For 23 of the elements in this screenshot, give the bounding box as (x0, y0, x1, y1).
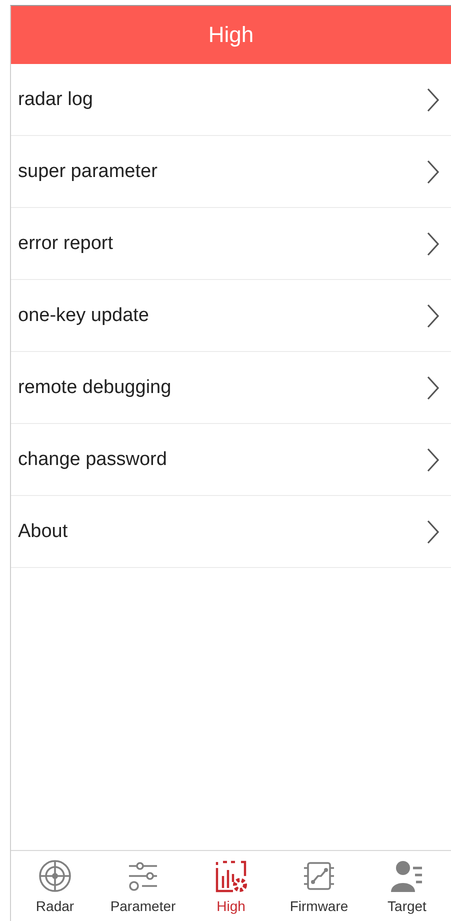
chevron-right-icon (427, 160, 439, 184)
user-list-icon (389, 858, 425, 894)
chevron-right-icon (427, 448, 439, 472)
chevron-right-icon (427, 88, 439, 112)
menu-item[interactable]: remote debugging (11, 352, 451, 424)
menu-item[interactable]: error report (11, 208, 451, 280)
page-title: High (208, 22, 254, 48)
tab[interactable]: Radar (15, 858, 95, 914)
chevron-right-icon (427, 304, 439, 328)
tab[interactable]: Firmware (279, 858, 359, 914)
chart-gear-icon (213, 858, 249, 894)
chevron-right-icon (427, 520, 439, 544)
chevron-right-icon (427, 232, 439, 256)
menu-item[interactable]: change password (11, 424, 451, 496)
tab[interactable]: Target (367, 858, 447, 914)
radar-icon (37, 858, 73, 894)
chevron-right-icon (427, 376, 439, 400)
menu-item[interactable]: super parameter (11, 136, 451, 208)
menu-item[interactable]: one-key update (11, 280, 451, 352)
menu-item[interactable]: About (11, 496, 451, 568)
tab[interactable]: Parameter (103, 858, 183, 914)
menu-item[interactable]: radar log (11, 64, 451, 136)
tab[interactable]: High (191, 858, 271, 914)
